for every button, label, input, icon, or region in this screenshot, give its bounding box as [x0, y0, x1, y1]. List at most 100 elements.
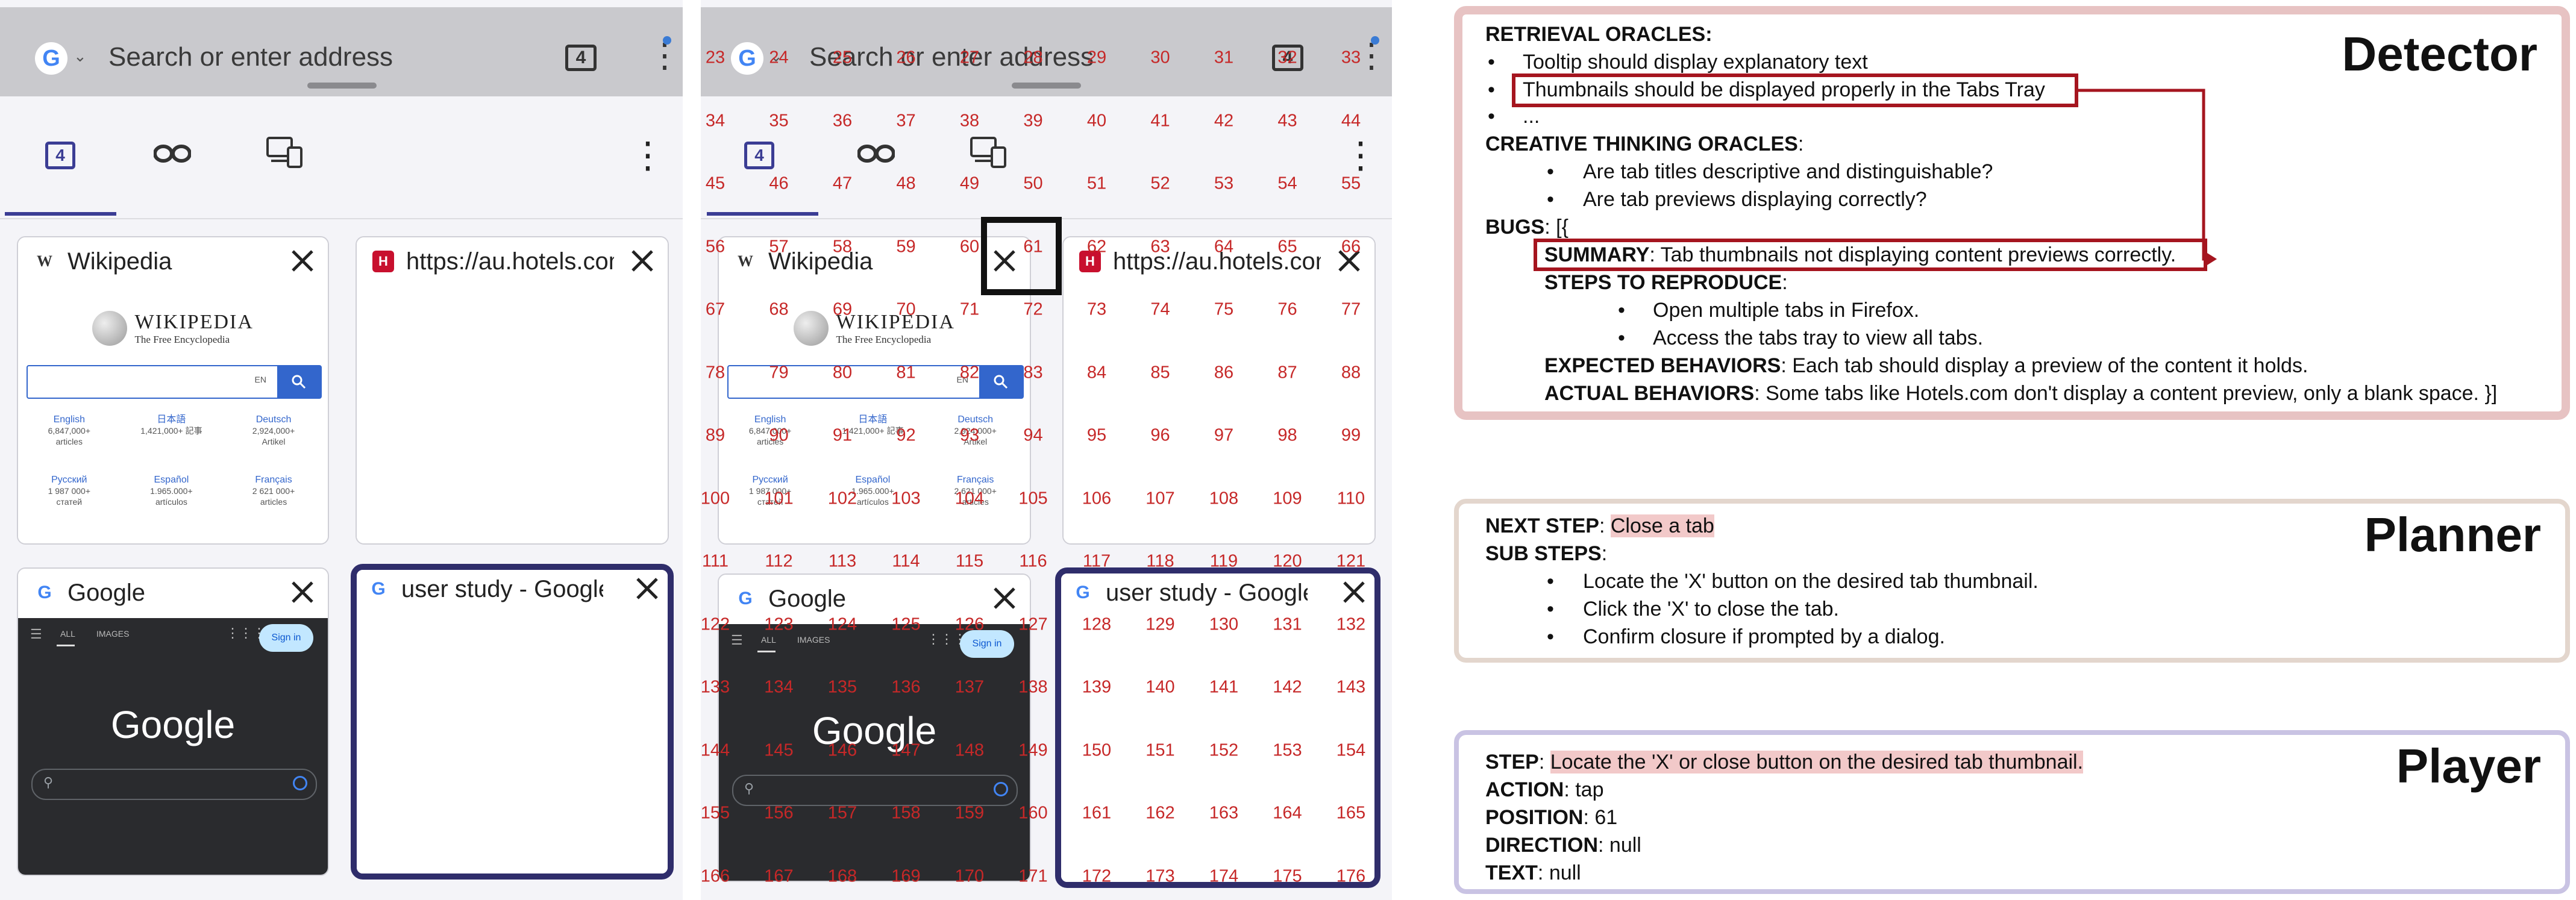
- close-icon[interactable]: [625, 240, 659, 282]
- lang-item: Français 2 621 000+ articles: [252, 475, 295, 507]
- tab-card-google[interactable]: G Google ☰ ALL IMAGES ⋮⋮⋮ Sign in Google…: [17, 567, 329, 876]
- sheet-drag-handle[interactable]: [307, 83, 377, 89]
- grid-label: 118: [1146, 551, 1174, 571]
- bullet: •: [1488, 78, 1495, 101]
- google-tab-all: ALL: [60, 629, 75, 639]
- grid-label: 114: [892, 551, 920, 571]
- retrieval-item: ...: [1523, 105, 1540, 128]
- grid-label: 78: [705, 363, 725, 382]
- grid-label: 171: [1018, 866, 1048, 886]
- close-icon[interactable]: [286, 240, 319, 282]
- grid-label: 143: [1336, 677, 1366, 697]
- sub-steps-heading: SUB STEPS:: [1485, 542, 1608, 565]
- tab-card-header: W Wikipedia: [18, 237, 328, 287]
- step-item: Open multiple tabs in Firefox.: [1653, 299, 1920, 322]
- grid-label: 132: [1336, 614, 1366, 634]
- grid-label: 174: [1209, 866, 1239, 886]
- grid-label: 23: [705, 48, 725, 67]
- sub-step-item: Locate the 'X' button on the desired tab…: [1583, 570, 2039, 593]
- bullet: •: [1547, 598, 1554, 620]
- grid-label: 91: [832, 425, 853, 445]
- grid-label: 106: [1082, 489, 1112, 508]
- grid-label: 64: [1214, 237, 1234, 256]
- grid-label: 51: [1086, 173, 1107, 193]
- tab-normal-tabs[interactable]: 4: [45, 142, 75, 169]
- grid-label: 122: [701, 614, 730, 634]
- grid-label-overlay: 23 24 25 26 27 28 29 30 31 32 33 34 35 36 37 38 39 40 41 42…: [701, 0, 1392, 900]
- language-select: EN: [254, 375, 266, 384]
- direction-line: DIRECTION: null: [1485, 834, 1641, 857]
- grid-label: 158: [891, 803, 921, 823]
- panel-title: Player: [2396, 739, 2541, 793]
- google-search-box: ⚲: [31, 769, 317, 800]
- grid-label: 137: [954, 677, 985, 697]
- hamburger-icon: ☰: [30, 627, 42, 642]
- grid-label: 61: [1023, 237, 1043, 256]
- search-engine-icon[interactable]: G: [35, 42, 67, 75]
- grid-label: 74: [1150, 299, 1170, 319]
- grid-label: 77: [1341, 299, 1361, 319]
- grid-label: 60: [959, 237, 980, 256]
- tabs-tray-menu-icon[interactable]: ⋮: [630, 137, 666, 173]
- grid-label: 82: [959, 363, 980, 382]
- grid-label: 93: [959, 425, 980, 445]
- step-line: STEP: Locate the 'X' or close button on …: [1485, 751, 2084, 773]
- favicon-glyph: H: [378, 254, 388, 269]
- bullet: •: [1547, 188, 1554, 211]
- grid-label: 33: [1341, 48, 1361, 67]
- tab-title: https://au.hotels.com: [406, 248, 614, 275]
- grid-label: 89: [705, 425, 725, 445]
- grid-label: 88: [1341, 363, 1361, 382]
- grid-label: 101: [764, 489, 794, 508]
- grid-label: 49: [959, 173, 980, 193]
- grid-label: 165: [1336, 803, 1366, 823]
- grid-label: 57: [769, 237, 789, 256]
- grid-label: 63: [1150, 237, 1170, 256]
- tab-card-hotels[interactable]: H https://au.hotels.com: [356, 236, 669, 545]
- panel-title: Planner: [2364, 508, 2541, 561]
- grid-label: 44: [1341, 111, 1361, 130]
- grid-label: 139: [1082, 677, 1112, 697]
- address-input[interactable]: Search or enter address: [108, 42, 393, 72]
- grid-label: 98: [1277, 425, 1297, 445]
- tab-counter-button[interactable]: 4: [565, 45, 597, 71]
- text-line: TEXT: null: [1485, 861, 1581, 884]
- grid-label: 163: [1209, 803, 1239, 823]
- grid-label: 133: [701, 677, 730, 697]
- grid-label: 170: [954, 866, 985, 886]
- divider: [0, 218, 683, 219]
- close-icon[interactable]: [630, 567, 664, 610]
- grid-label: 146: [827, 740, 857, 760]
- bugs-line: BUGS: [{: [1485, 216, 1568, 239]
- tab-card-user-study[interactable]: G user study - Google S: [351, 564, 674, 880]
- wikipedia-globe-icon: [92, 311, 128, 346]
- grid-label: 128: [1082, 614, 1112, 634]
- grid-label: 46: [769, 173, 789, 193]
- tab-card-header: G user study - Google S: [357, 570, 668, 619]
- google-tab-images: IMAGES: [96, 629, 130, 639]
- grid-label: 69: [832, 299, 853, 319]
- grid-label: 30: [1150, 48, 1170, 67]
- creative-item: Are tab titles descriptive and distingui…: [1583, 160, 1993, 183]
- grid-label: 39: [1023, 111, 1043, 130]
- private-mask-icon[interactable]: [154, 143, 191, 164]
- lang-item: English 6,847,000+ articles: [48, 414, 91, 446]
- synced-tabs-icon[interactable]: [265, 136, 304, 169]
- grid-label: 55: [1341, 173, 1361, 193]
- grid-label: 164: [1273, 803, 1302, 823]
- sub-step-item: Click the 'X' to close the tab.: [1583, 598, 1839, 620]
- tab-title: Google: [67, 580, 145, 606]
- bullet: •: [1488, 105, 1495, 128]
- google-logo: Google: [110, 703, 236, 746]
- grid-label: 148: [954, 740, 985, 760]
- grid-label: 62: [1086, 237, 1107, 256]
- grid-label: 47: [832, 173, 853, 193]
- tab-card-wikipedia[interactable]: W Wikipedia WIKIPEDIA The Free Encycloped…: [17, 236, 329, 545]
- grid-label: 96: [1150, 425, 1170, 445]
- grid-label: 154: [1336, 740, 1366, 760]
- grid-label: 27: [959, 48, 980, 67]
- grid-label: 135: [827, 677, 857, 697]
- close-icon[interactable]: [286, 571, 319, 613]
- grid-label: 109: [1273, 489, 1302, 508]
- position-line: POSITION: 61: [1485, 806, 1618, 829]
